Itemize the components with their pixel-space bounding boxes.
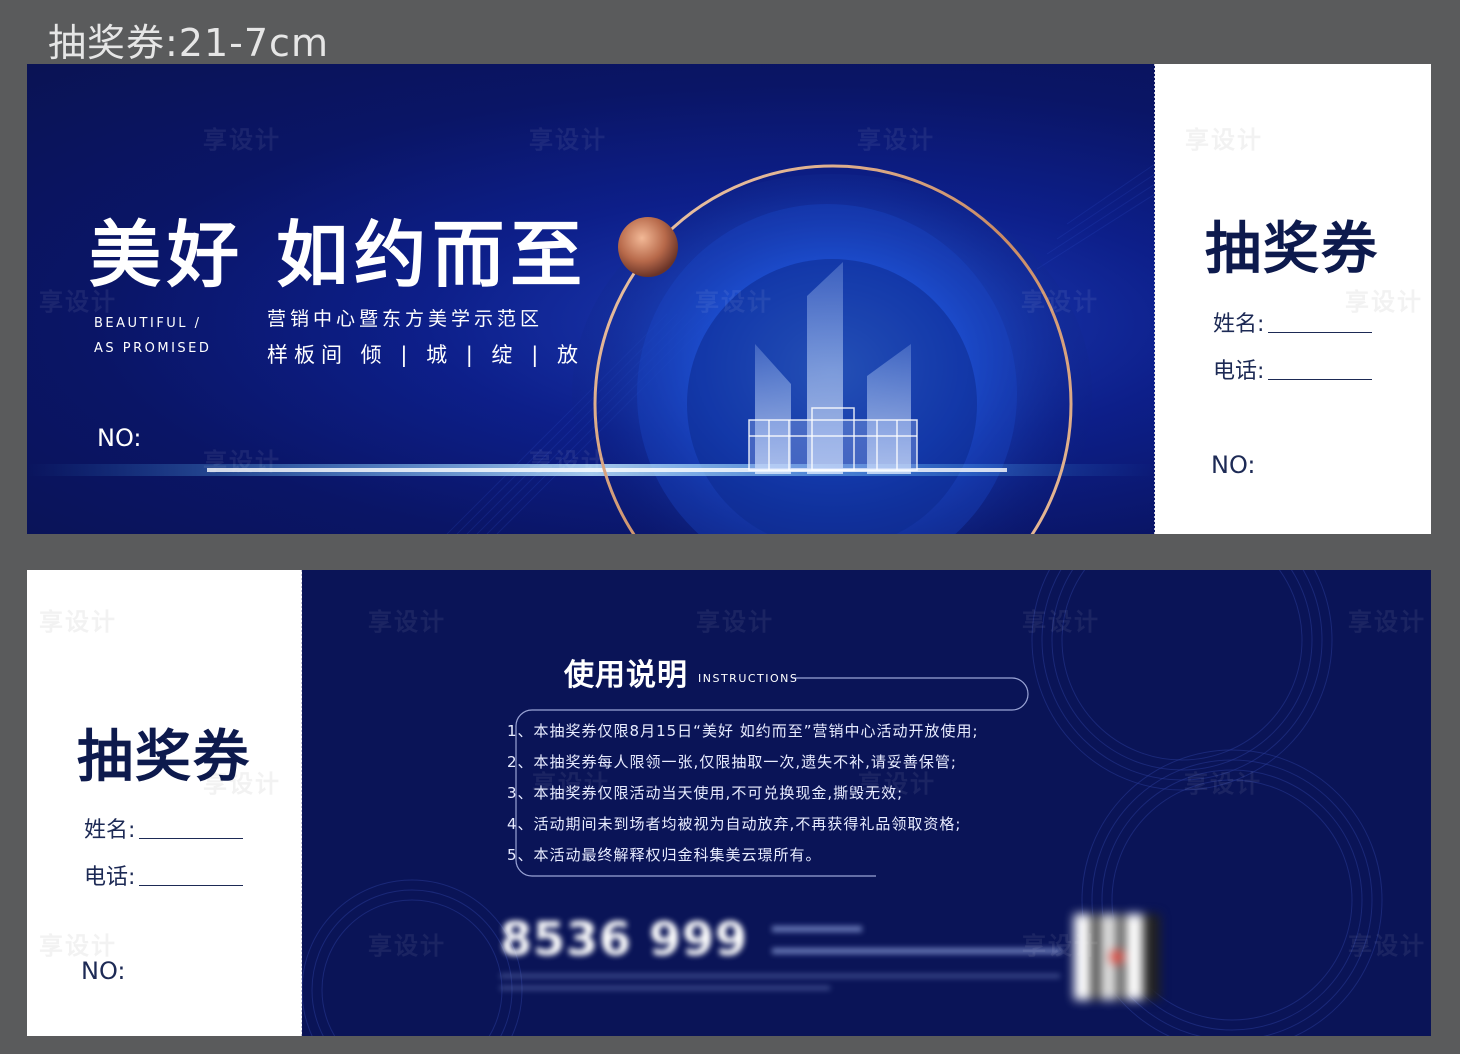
phone-label: 电话: xyxy=(84,865,136,890)
front-stub: 抽奖券 姓名: 电话: NO: 享设计 享设计 xyxy=(1155,64,1431,534)
name-field[interactable]: 姓名: xyxy=(1213,306,1373,338)
ticket-back: 抽奖券 姓名: 电话: NO: 享设计 享设计 享设计 使用说明 INSTRUC… xyxy=(27,570,1431,1036)
name-label: 姓名: xyxy=(1213,312,1265,337)
phone-label: 电话: xyxy=(1213,359,1265,384)
instruction-item: 2、本抽奖券每人限领一张,仅限抽取一次,遗失不补,请妥善保管; xyxy=(507,753,957,771)
phone-line xyxy=(1268,379,1373,380)
address-blur xyxy=(500,974,1060,978)
stub-title: 抽奖券 xyxy=(77,725,251,790)
subtitle-line-1: 营销中心暨东方美学示范区 xyxy=(267,308,544,330)
address-blur xyxy=(772,926,862,932)
instruction-item: 4、活动期间未到场者均被视为自动放弃,不再获得礼品领取资格; xyxy=(507,815,962,833)
qr-code xyxy=(1074,914,1160,1000)
name-line xyxy=(1268,332,1373,333)
stub-number-label: NO: xyxy=(81,957,126,985)
instructions-title: 使用说明 xyxy=(564,658,688,693)
watermark: 享设计 xyxy=(39,608,117,636)
instructions-subtitle: INSTRUCTIONS xyxy=(698,672,799,685)
stub-number-label: NO: xyxy=(1211,451,1256,479)
phone-field[interactable]: 电话: xyxy=(84,859,244,891)
name-line xyxy=(139,838,244,839)
address-blur xyxy=(500,986,830,990)
phone-field[interactable]: 电话: xyxy=(1213,353,1373,385)
name-label: 姓名: xyxy=(84,818,136,843)
watermark: 享设计 xyxy=(1185,126,1263,154)
name-field[interactable]: 姓名: xyxy=(84,812,244,844)
instruction-item: 1、本抽奖券仅限8月15日“美好 如约而至”营销中心活动开放使用; xyxy=(507,722,979,740)
back-stub: 抽奖券 姓名: 电话: NO: 享设计 享设计 享设计 xyxy=(27,570,302,1036)
main-title: 美好 如约而至 xyxy=(89,213,589,297)
english-tagline-2: AS PROMISED xyxy=(94,341,212,356)
instruction-item: 3、本抽奖券仅限活动当天使用,不可兑换现金,撕毁无效; xyxy=(507,784,904,802)
watermark: 享设计 xyxy=(39,932,117,960)
address-blur xyxy=(772,948,1062,954)
back-main-panel: 使用说明 INSTRUCTIONS 1、本抽奖券仅限8月15日“美好 如约而至”… xyxy=(302,570,1431,1036)
front-main-panel: 美好 如约而至 BEAUTIFUL / AS PROMISED 营销中心暨东方美… xyxy=(27,64,1155,534)
stub-title: 抽奖券 xyxy=(1205,217,1379,282)
instruction-item: 5、本活动最终解释权归金科集美云璟所有。 xyxy=(507,846,822,864)
english-tagline-1: BEAUTIFUL / xyxy=(94,316,202,331)
ticket-number-label: NO: xyxy=(97,424,142,452)
instructions-list: 1、本抽奖券仅限8月15日“美好 如约而至”营销中心活动开放使用; 2、本抽奖券… xyxy=(507,716,979,871)
page-title: 抽奖券:21-7cm xyxy=(48,21,329,65)
phone-number: 8536 999 xyxy=(500,912,749,966)
ticket-front: 美好 如约而至 BEAUTIFUL / AS PROMISED 营销中心暨东方美… xyxy=(27,64,1431,534)
subtitle-line-2: 样板间 倾 | 城 | 绽 | 放 xyxy=(267,343,584,367)
phone-line xyxy=(139,885,244,886)
